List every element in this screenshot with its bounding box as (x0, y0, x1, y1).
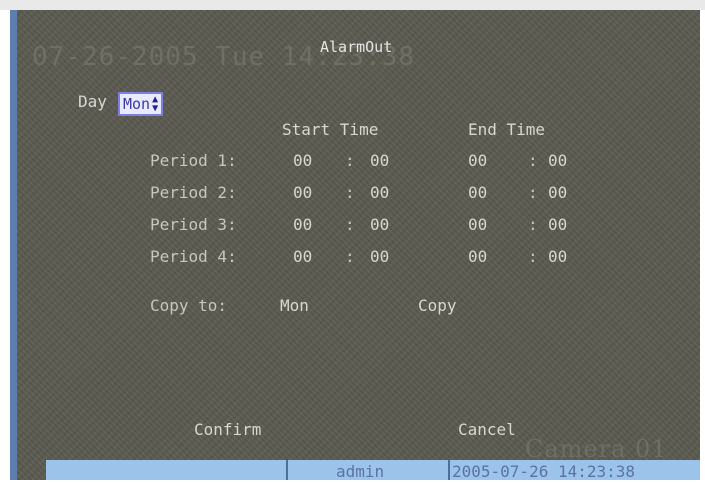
period-start-hour[interactable]: 00 (293, 215, 312, 234)
period-label: Period 3: (150, 215, 237, 234)
up-down-arrows-icon: ▲ ▼ (152, 94, 159, 114)
period-end-minute[interactable]: 00 (548, 215, 567, 234)
time-separator: : (345, 215, 355, 234)
period-label: Period 2: (150, 183, 237, 202)
top-strip (0, 0, 705, 10)
day-selector[interactable]: Mon ▲ ▼ (118, 92, 164, 116)
end-time-header: End Time (468, 120, 546, 139)
time-separator: : (528, 183, 538, 202)
status-divider (448, 460, 450, 480)
confirm-button[interactable]: Confirm (194, 420, 261, 439)
left-edge (10, 10, 17, 480)
copy-button[interactable]: Copy (418, 296, 457, 315)
period-end-minute[interactable]: 00 (548, 183, 567, 202)
time-separator: : (345, 151, 355, 170)
period-end-minute[interactable]: 00 (548, 247, 567, 266)
time-separator: : (528, 215, 538, 234)
day-selector-value: Mon (123, 95, 151, 113)
dvr-osd-screen: 07-26-2005 Tue 14:23:38 AlarmOut Day Mon… (10, 10, 700, 480)
copy-to-day-selector[interactable]: Mon (280, 296, 309, 315)
status-user: admin (336, 462, 385, 480)
period-label: Period 1: (150, 151, 237, 170)
status-datetime: 2005-07-26 14:23:38 (452, 462, 636, 480)
camera-name-overlay: Camera 01 (525, 435, 668, 463)
cancel-button[interactable]: Cancel (458, 420, 516, 439)
period-end-hour[interactable]: 00 (468, 183, 487, 202)
period-start-hour[interactable]: 00 (293, 247, 312, 266)
start-time-header: Start Time (282, 120, 379, 139)
time-separator: : (345, 247, 355, 266)
period-start-minute[interactable]: 00 (370, 183, 389, 202)
time-separator: : (528, 247, 538, 266)
time-separator: : (528, 151, 538, 170)
day-label: Day (78, 92, 107, 111)
period-start-minute[interactable]: 00 (370, 215, 389, 234)
copy-to-label: Copy to: (150, 296, 228, 315)
period-end-hour[interactable]: 00 (468, 151, 487, 170)
period-label: Period 4: (150, 247, 237, 266)
period-start-minute[interactable]: 00 (370, 151, 389, 170)
period-start-minute[interactable]: 00 (370, 247, 389, 266)
status-divider (286, 460, 288, 480)
period-start-hour[interactable]: 00 (293, 151, 312, 170)
status-bar: admin 2005-07-26 14:23:38 (46, 460, 700, 480)
period-end-hour[interactable]: 00 (468, 247, 487, 266)
time-separator: : (345, 183, 355, 202)
period-end-minute[interactable]: 00 (548, 151, 567, 170)
period-end-hour[interactable]: 00 (468, 215, 487, 234)
page-title: AlarmOut (320, 38, 393, 56)
period-start-hour[interactable]: 00 (293, 183, 312, 202)
